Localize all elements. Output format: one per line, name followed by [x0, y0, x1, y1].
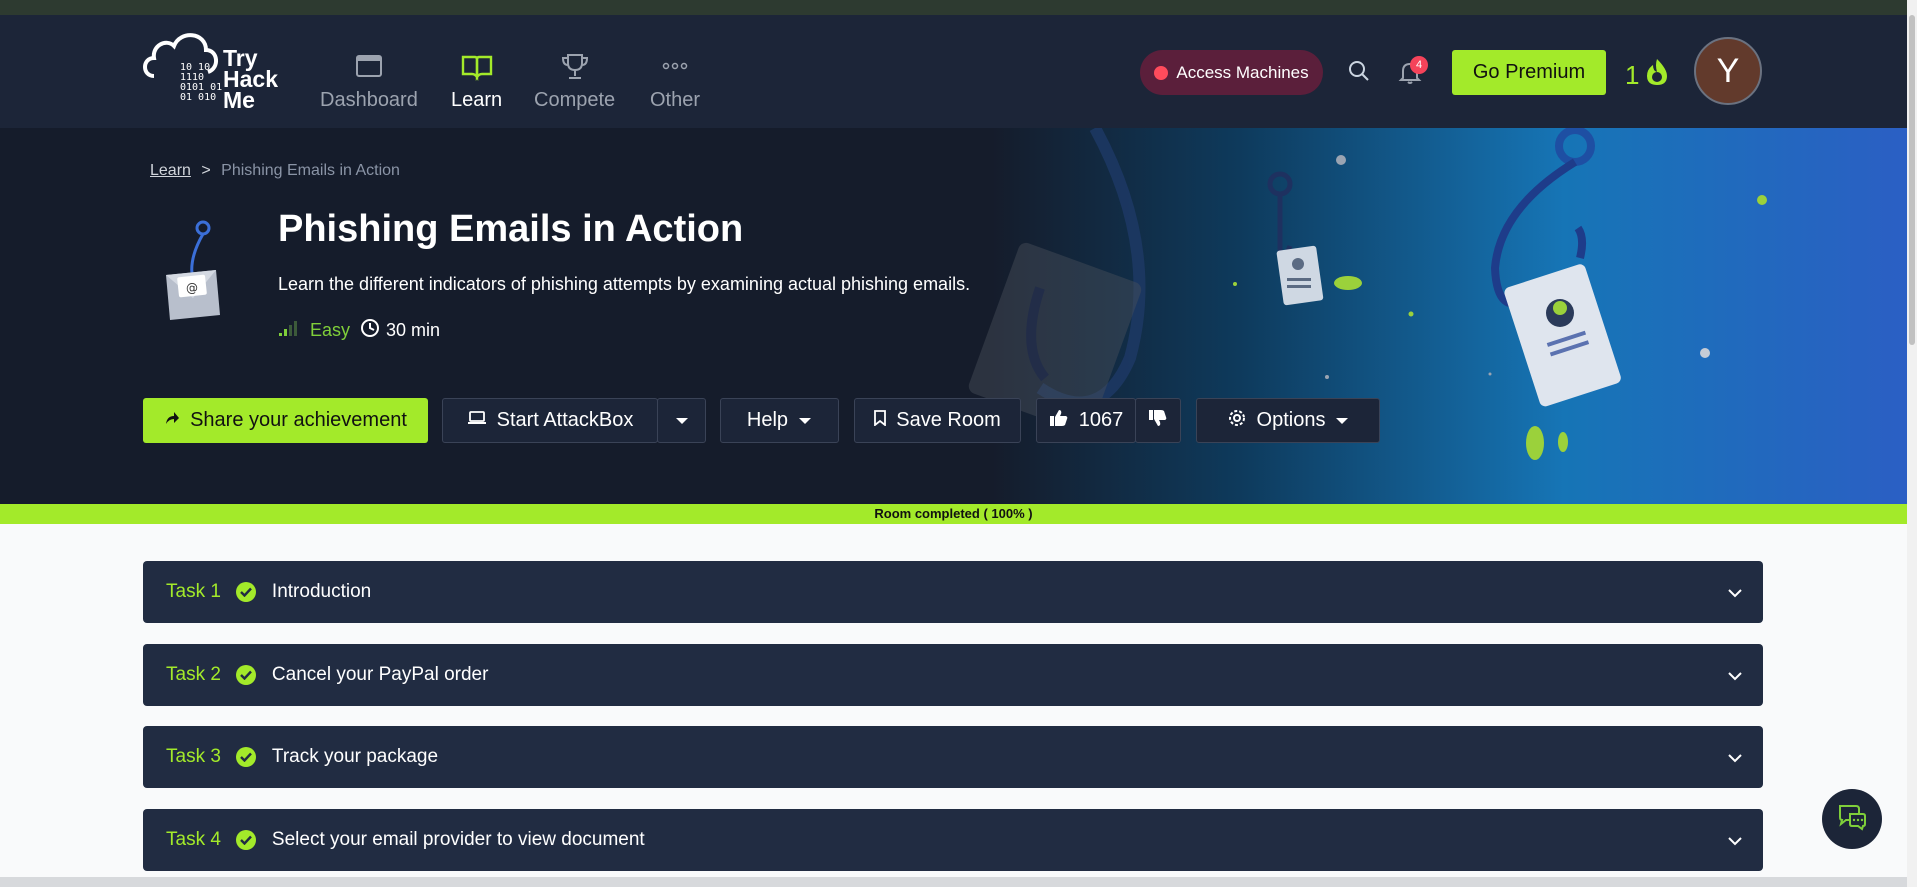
task-row[interactable]: Task 3 Track your package: [143, 726, 1763, 788]
browser-top-strip: [0, 0, 1917, 15]
nav-dashboard[interactable]: Dashboard: [320, 51, 418, 112]
options-label: Options: [1256, 409, 1326, 431]
like-count: 1067: [1078, 409, 1124, 431]
duration-label: 30 min: [386, 320, 441, 340]
nav-compete-label: Compete: [534, 89, 616, 111]
task-title: Introduction: [271, 581, 372, 602]
flame-icon: [1643, 57, 1671, 94]
room-title: Phishing Emails in Action: [278, 208, 744, 250]
caret-down-icon: [798, 409, 812, 432]
breadcrumb: Learn > Phishing Emails in Action: [150, 162, 400, 180]
task-title: Track your package: [271, 746, 439, 767]
chat-bubbles-icon: [1836, 802, 1868, 837]
task-title: Select your email provider to view docum…: [271, 829, 645, 850]
attackbox-dropdown-button[interactable]: [657, 398, 706, 443]
task-row[interactable]: Task 2 Cancel your PayPal order: [143, 644, 1763, 706]
help-label: Help: [746, 409, 789, 431]
phishing-hooks-illustration: [968, 128, 1767, 460]
nav-other[interactable]: Other: [650, 51, 700, 112]
save-room-button[interactable]: Save Room: [854, 398, 1021, 443]
svg-text:@: @: [186, 281, 198, 295]
task-title: Cancel your PayPal order: [271, 664, 489, 685]
logo-binary: 10 10 1110 0101 01 01 010: [180, 62, 223, 103]
more-dots-icon: [650, 51, 700, 85]
streak-counter[interactable]: 1: [1625, 57, 1671, 94]
share-achievement-label: Share your achievement: [190, 409, 407, 431]
dislike-button[interactable]: [1135, 398, 1181, 443]
streak-count: 1: [1625, 60, 1640, 90]
room-hero-banner: Learn > Phishing Emails in Action @ Phis…: [0, 128, 1907, 504]
tryhackme-logo[interactable]: 10 10 1110 0101 01 01 010 Try Hack Me: [140, 28, 290, 114]
options-button[interactable]: Options: [1196, 398, 1380, 443]
help-button[interactable]: Help: [720, 398, 839, 443]
trophy-icon: [534, 51, 615, 85]
breadcrumb-learn-link[interactable]: Learn: [150, 162, 191, 179]
task-row[interactable]: Task 1 Introduction: [143, 561, 1763, 623]
start-attackbox-label: Start AttackBox: [496, 409, 634, 431]
check-icon: [235, 582, 256, 602]
nav-learn[interactable]: Learn: [451, 51, 502, 112]
share-icon: [164, 409, 180, 432]
like-button[interactable]: 1067: [1036, 398, 1136, 443]
go-premium-button[interactable]: Go Premium: [1452, 50, 1606, 95]
status-dot-icon: [1154, 65, 1169, 80]
user-avatar[interactable]: Y: [1694, 37, 1762, 105]
task-number: Task 4: [166, 829, 221, 850]
room-description: Learn the different indicators of phishi…: [278, 274, 971, 294]
chevron-down-icon: [1727, 748, 1743, 770]
nav-learn-label: Learn: [451, 89, 503, 111]
search-icon[interactable]: [1347, 59, 1371, 88]
chevron-down-icon: [1727, 831, 1743, 853]
breadcrumb-separator: >: [201, 162, 211, 179]
room-progress-bar: Room completed ( 100% ): [0, 504, 1907, 524]
start-attackbox-button[interactable]: Start AttackBox: [442, 398, 658, 443]
access-machines-button[interactable]: Access Machines: [1140, 50, 1323, 95]
thumbs-up-icon: [1049, 409, 1069, 433]
check-icon: [235, 830, 256, 850]
save-room-label: Save Room: [896, 409, 1001, 431]
window-icon: [320, 51, 418, 85]
breadcrumb-current: Phishing Emails in Action: [221, 162, 400, 179]
bookmark-icon: [874, 409, 887, 432]
laptop-icon: [467, 409, 487, 432]
task-number: Task 3: [166, 746, 221, 767]
nav-dashboard-label: Dashboard: [320, 89, 418, 111]
check-icon: [235, 747, 256, 767]
caret-down-icon: [675, 409, 689, 432]
clock-icon: [360, 318, 380, 343]
book-icon: [451, 51, 502, 85]
task-number: Task 2: [166, 664, 221, 685]
caret-down-icon: [1335, 409, 1349, 432]
difficulty-label: Easy: [310, 320, 351, 340]
room-meta: Easy 30 min: [278, 318, 440, 343]
nav-other-label: Other: [650, 89, 701, 111]
chevron-down-icon: [1727, 666, 1743, 688]
chevron-down-icon: [1727, 583, 1743, 605]
logo-wordmark: Try Hack Me: [223, 45, 278, 113]
task-number: Task 1: [166, 581, 221, 602]
access-machines-label: Access Machines: [1176, 62, 1309, 82]
difficulty-signal-icon: [278, 319, 300, 342]
scrollbar-thumb[interactable]: [1909, 15, 1915, 345]
task-row[interactable]: Task 4 Select your email provider to vie…: [143, 809, 1763, 871]
room-envelope-icon: @: [158, 220, 228, 335]
notification-badge: 4: [1410, 56, 1428, 74]
check-icon: [235, 665, 256, 685]
thumbs-down-icon: [1148, 409, 1168, 433]
chat-support-button[interactable]: [1822, 789, 1882, 849]
gear-icon: [1227, 408, 1247, 434]
duration: 30 min: [360, 318, 440, 343]
nav-compete[interactable]: Compete: [534, 51, 615, 112]
top-navbar: 10 10 1110 0101 01 01 010 Try Hack Me Dashboa…: [0, 15, 1907, 128]
share-achievement-button[interactable]: Share your achievement: [143, 398, 428, 443]
horizontal-scrollbar[interactable]: [0, 877, 1907, 887]
